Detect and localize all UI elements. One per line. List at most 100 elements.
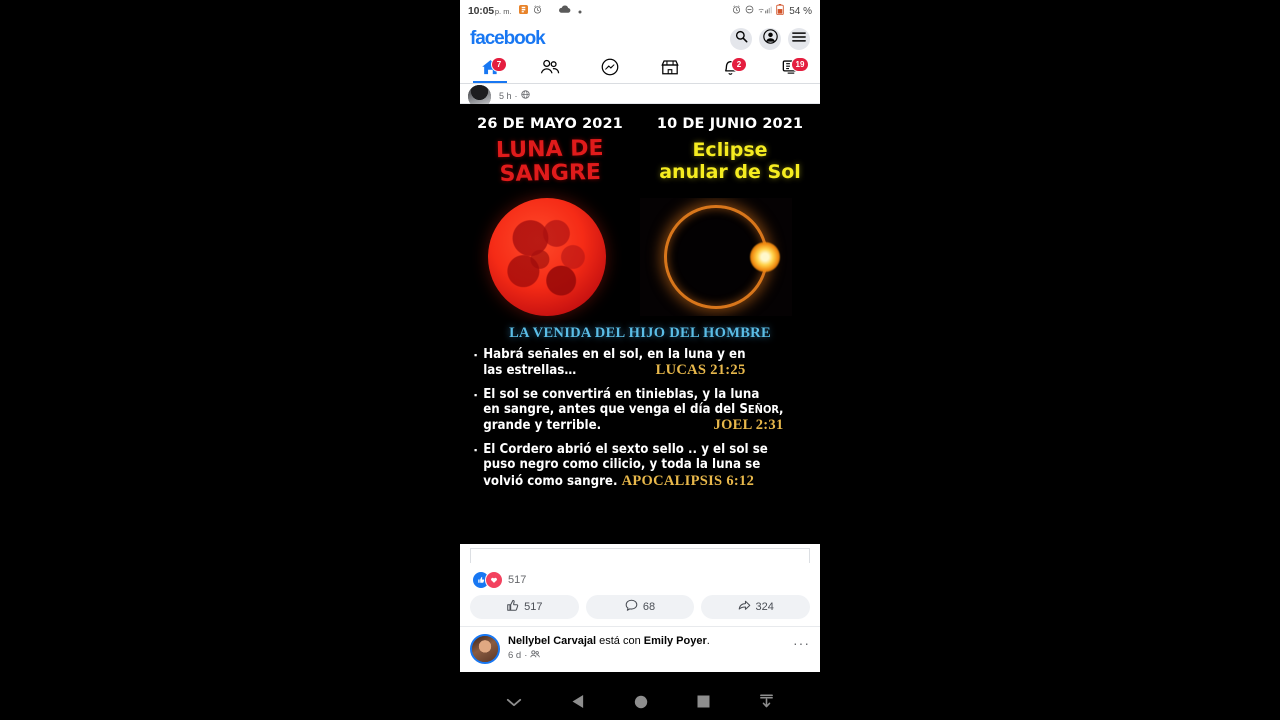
menu-badge: 19 (791, 57, 809, 72)
collapse-icon[interactable] (759, 694, 774, 714)
verse-text: El Cordero abrió el sexto sello .. y el … (483, 442, 768, 489)
author-name[interactable]: Nellybel Carvajal (508, 635, 596, 647)
bullet-icon: ▪ (474, 349, 478, 360)
attachment-strip (470, 548, 810, 563)
tab-notifications[interactable]: 2 (700, 56, 760, 83)
post-meta: 5 h · (499, 90, 530, 101)
cloud-icon (558, 5, 571, 17)
marketplace-icon (661, 59, 679, 81)
verse-text: Habrá señales en el sol, en la luna y en… (483, 347, 745, 379)
post-image-graphic[interactable]: 26 DE MAYO 2021 LUNA DE SANGRE 10 DE JUN… (460, 104, 820, 544)
share-button[interactable]: 324 (701, 595, 811, 619)
reaction-summary[interactable]: 517 (460, 566, 820, 591)
share-icon (738, 599, 751, 615)
account-button[interactable] (759, 28, 781, 50)
left-title: LUNA DE SANGRE (460, 136, 640, 187)
notifications-badge: 2 (731, 57, 747, 72)
next-post-body: Nellybel Carvajal está con Emily Poyer. … (508, 634, 793, 661)
graphic-headings: 26 DE MAYO 2021 LUNA DE SANGRE 10 DE JUN… (460, 104, 820, 187)
messenger-icon (601, 58, 619, 81)
alarm-icon (533, 5, 542, 17)
next-post-header: Nellybel Carvajal está con Emily Poyer. … (460, 626, 820, 672)
status-bar: 10:05 p. m. 54 % (460, 0, 820, 22)
status-left-icons (518, 5, 542, 17)
graphic-left-column: 26 DE MAYO 2021 LUNA DE SANGRE (460, 116, 640, 187)
bullet-icon: ▪ (474, 389, 478, 400)
menu-button[interactable] (788, 28, 810, 50)
verse-item: ▪ El sol se convertirá en tinieblas, y l… (474, 387, 806, 434)
like-count: 517 (524, 601, 543, 613)
friends-icon (540, 59, 560, 80)
avatar[interactable] (470, 634, 500, 664)
search-icon (735, 30, 748, 48)
post-options-button[interactable]: ··· (793, 635, 810, 651)
tab-menu[interactable]: 19 (760, 56, 820, 83)
period: . (706, 635, 710, 647)
battery-icon (776, 4, 784, 18)
next-post-timestamp: 6 d (508, 650, 522, 662)
verse-reference: LUCAS 21:25 (655, 361, 746, 378)
connector-text: está con (596, 635, 644, 647)
meta-separator: · (524, 650, 528, 662)
right-title: Eclipse anular de Sol (640, 139, 820, 184)
thumbs-up-icon (506, 599, 519, 615)
news-feed: 5 h · 26 DE MAYO 2021 LUNA DE SANGRE 10 (460, 84, 820, 672)
verse-list: ▪ Habrá señales en el sol, en la luna y … (460, 342, 820, 490)
facebook-logo: facebook (470, 28, 546, 49)
next-post-title: Nellybel Carvajal está con Emily Poyer. (508, 634, 793, 648)
status-ampm: p. m. (494, 6, 512, 16)
right-date: 10 DE JUNIO 2021 (656, 116, 804, 132)
right-title-line1: Eclipse (692, 139, 768, 161)
search-button[interactable] (730, 28, 752, 50)
tab-marketplace[interactable] (640, 56, 700, 83)
graphic-right-column: 10 DE JUNIO 2021 Eclipse anular de Sol (640, 116, 820, 186)
meta-separator: · (514, 90, 518, 101)
verse-line: volvió como sangre. APOCALIPSIS 6:12 (483, 472, 755, 489)
tab-messenger[interactable] (580, 56, 640, 83)
account-icon (762, 29, 778, 49)
bullet-icon: ▪ (474, 445, 478, 456)
previous-post-sliver: 5 h · (460, 84, 820, 108)
blood-moon-image (488, 197, 606, 316)
post-timestamp: 5 h (499, 90, 512, 101)
verse-text: El sol se convertirá en tinieblas, y la … (483, 387, 783, 434)
status-time: 10:05 (468, 5, 494, 17)
post-image-footer-gap (460, 544, 820, 566)
tagged-name[interactable]: Emily Poyer (644, 635, 707, 647)
status-mid-icons (558, 5, 733, 17)
back-icon[interactable] (571, 694, 585, 714)
do-not-disturb-icon (745, 5, 754, 17)
verse-line: en sangre, antes que venga el día del SE… (483, 401, 784, 417)
android-navigation-bar (460, 688, 820, 720)
hide-keyboard-icon[interactable] (506, 695, 522, 713)
like-button[interactable]: 517 (470, 595, 579, 619)
left-title-line2: SANGRE (499, 159, 602, 187)
reaction-count: 517 (508, 574, 527, 586)
dot-icon (578, 6, 582, 17)
header-buttons (730, 28, 810, 50)
friends-icon (530, 650, 541, 661)
verse-item: ▪ El Cordero abrió el sexto sello .. y e… (474, 442, 806, 489)
graphic-banner: LA VENIDA DEL HIJO DEL HOMBRE (509, 324, 771, 341)
verse-line: grande y terrible. (483, 418, 602, 434)
comment-icon (625, 599, 638, 615)
verse-reference: JOEL 2:31 (713, 417, 784, 434)
right-title-line2: anular de Sol (659, 161, 801, 184)
tab-bar: 7 2 19 (460, 56, 820, 84)
screen: 10:05 p. m. 54 % facebook 7 2 19 5 h · 2… (0, 0, 1280, 720)
home-icon[interactable] (634, 695, 648, 714)
comment-count: 68 (642, 601, 656, 613)
comment-button[interactable]: 68 (585, 595, 695, 619)
menu-icon (792, 30, 806, 48)
tab-home[interactable]: 7 (460, 56, 520, 83)
app-notification-icon (518, 5, 528, 17)
facebook-header: facebook (460, 22, 820, 56)
next-post-meta: 6 d · (508, 650, 793, 661)
battery-percent: 54 % (789, 5, 812, 17)
recents-icon[interactable] (697, 695, 710, 713)
verse-line: El sol se convertirá en tinieblas, y la … (483, 386, 760, 402)
verse-item: ▪ Habrá señales en el sol, en la luna y … (474, 347, 806, 379)
status-right-icons: 54 % (732, 4, 812, 18)
verse-line: puso negro como cilicio, y toda la luna … (483, 457, 761, 473)
tab-friends[interactable] (520, 56, 580, 83)
